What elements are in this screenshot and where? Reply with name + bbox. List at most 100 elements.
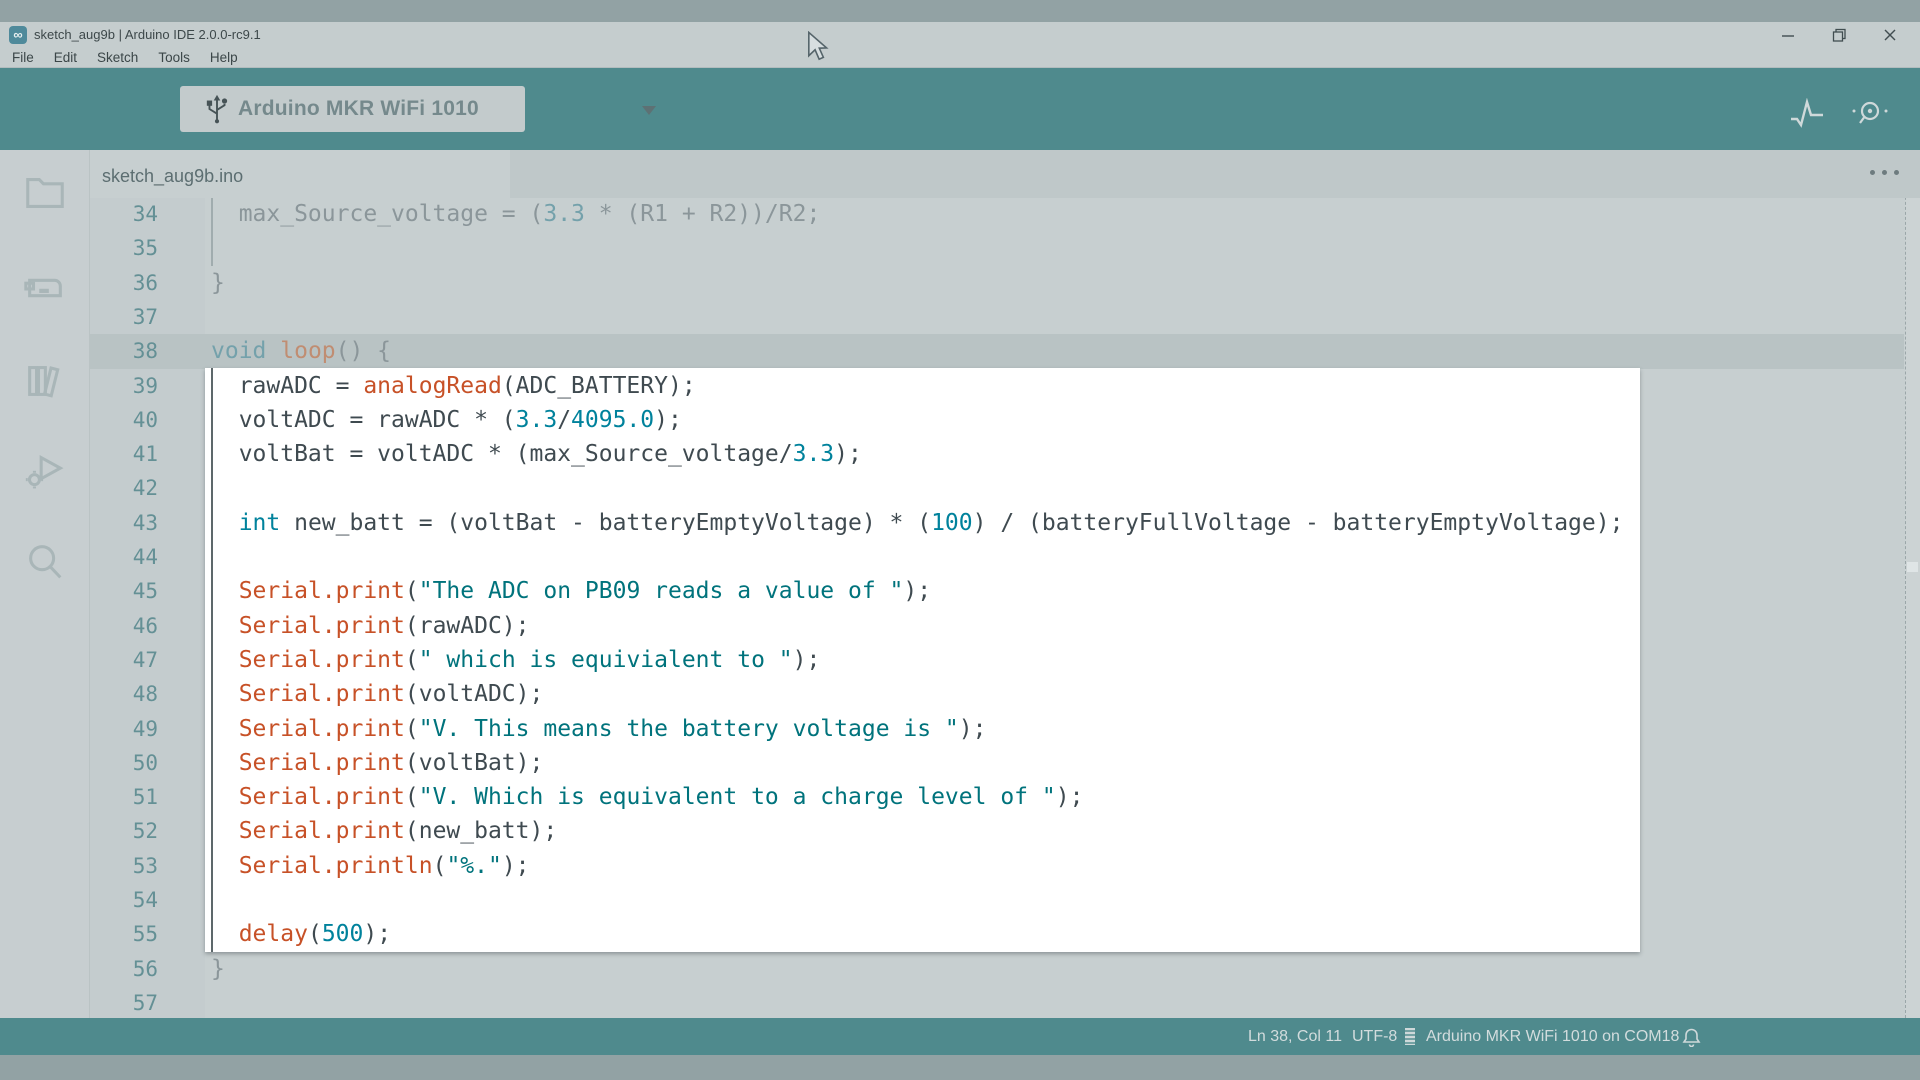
line-number: 44 <box>90 540 158 575</box>
editor-scrollbar[interactable] <box>1905 152 1920 1018</box>
code-line-text: Serial.print(voltADC); <box>211 677 543 712</box>
line-number: 41 <box>90 437 158 472</box>
titlebar: ∞ sketch_aug9b | Arduino IDE 2.0.0-rc9.1 <box>0 22 1920 48</box>
code-line[interactable]: 45 Serial.print("The ADC on PB09 reads a… <box>90 574 1904 609</box>
magnifier-monitor-icon <box>1850 98 1890 130</box>
code-line-text: int new_batt = (voltBat - batteryEmptyVo… <box>211 506 1623 541</box>
sidebar-item-sketchbook[interactable] <box>22 170 68 216</box>
cursor-position[interactable]: Ln 38, Col 11 <box>1248 1018 1342 1055</box>
line-number: 37 <box>90 300 158 335</box>
close-icon[interactable] <box>1867 22 1913 48</box>
desktop-strip-top <box>0 0 1920 22</box>
code-line[interactable]: 34 max_Source_voltage = (3.3 * (R1 + R2)… <box>90 197 1904 232</box>
line-number: 42 <box>90 471 158 506</box>
encoding[interactable]: UTF-8 <box>1352 1018 1397 1055</box>
code-line[interactable]: 49 Serial.print("V. This means the batte… <box>90 712 1904 747</box>
menu-sketch[interactable]: Sketch <box>91 48 144 68</box>
code-line-text: voltADC = rawADC * (3.3/4095.0); <box>211 403 682 438</box>
toolbar: Arduino MKR WiFi 1010 <box>0 68 1920 150</box>
code-line[interactable]: 37 <box>90 300 1904 335</box>
code-line[interactable]: 55 delay(500); <box>90 917 1904 952</box>
usb-icon <box>202 93 232 125</box>
code-line[interactable]: 35 <box>90 231 1904 266</box>
line-number: 45 <box>90 574 158 609</box>
code-line[interactable]: 36} <box>90 266 1904 301</box>
code-line-text: voltBat = voltADC * (max_Source_voltage/… <box>211 437 862 472</box>
serial-monitor-button[interactable] <box>1850 98 1886 130</box>
serial-plotter-button[interactable] <box>1789 98 1825 130</box>
code-line-text: Serial.print(rawADC); <box>211 609 530 644</box>
waveform-icon <box>1789 98 1825 130</box>
editor-options-icon[interactable] <box>1870 170 1910 180</box>
line-number: 35 <box>90 231 158 266</box>
restore-button[interactable] <box>1816 22 1862 48</box>
line-number: 49 <box>90 712 158 747</box>
code-line-text: } <box>211 952 225 987</box>
line-number: 57 <box>90 986 158 1021</box>
sidebar-item-boards-manager[interactable] <box>22 265 68 311</box>
menu-file[interactable]: File <box>6 48 40 68</box>
sidebar-item-debug[interactable] <box>22 448 68 494</box>
line-number: 38 <box>90 334 158 369</box>
mouse-pointer-icon <box>806 31 832 68</box>
code-line[interactable]: 40 voltADC = rawADC * (3.3/4095.0); <box>90 403 1904 438</box>
code-line[interactable]: 52 Serial.print(new_batt); <box>90 814 1904 849</box>
menu-help[interactable]: Help <box>204 48 244 68</box>
code-line[interactable]: 38 void loop() { <box>90 334 1904 369</box>
code-line[interactable]: 39 rawADC = analogRead(ADC_BATTERY); <box>90 369 1904 404</box>
line-number: 55 <box>90 917 158 952</box>
line-number: 48 <box>90 677 158 712</box>
code-line-text: delay(500); <box>211 917 391 952</box>
board-connection-status[interactable]: Arduino MKR WiFi 1010 on COM18 <box>1426 1018 1679 1055</box>
code-line-text: rawADC = analogRead(ADC_BATTERY); <box>211 369 696 404</box>
books-icon <box>22 358 68 404</box>
code-line[interactable]: 42 <box>90 471 1904 506</box>
code-line-text: Serial.print("V. This means the battery … <box>211 712 986 747</box>
line-number: 46 <box>90 609 158 644</box>
scrollbar-thumb[interactable] <box>1907 562 1918 572</box>
code-line-text: Serial.print(" which is equivialent to "… <box>211 643 820 678</box>
code-line[interactable]: 46 Serial.print(rawADC); <box>90 609 1904 644</box>
code-line[interactable]: 56} <box>90 952 1904 987</box>
folder-icon <box>22 170 68 216</box>
menu-tools[interactable]: Tools <box>152 48 196 68</box>
activity-sidebar <box>0 150 90 1018</box>
code-line[interactable]: 48 Serial.print(voltADC); <box>90 677 1904 712</box>
line-number: 40 <box>90 403 158 438</box>
code-line[interactable]: 51 Serial.print("V. Which is equivalent … <box>90 780 1904 815</box>
code-line-text: Serial.print(new_batt); <box>211 814 557 849</box>
menubar: File Edit Sketch Tools Help <box>0 48 1920 68</box>
line-number: 56 <box>90 952 158 987</box>
code-line-text: max_Source_voltage = (3.3 * (R1 + R2))/R… <box>211 197 820 232</box>
menu-edit[interactable]: Edit <box>48 48 83 68</box>
line-number: 54 <box>90 883 158 918</box>
line-number: 34 <box>90 197 158 232</box>
minimize-button[interactable] <box>1765 22 1811 48</box>
notifications-bell-icon[interactable] <box>1682 1027 1702 1047</box>
arduino-logo-icon: ∞ <box>9 26 27 44</box>
code-line[interactable]: 54 <box>90 883 1904 918</box>
code-line[interactable]: 57 <box>90 986 1904 1021</box>
code-line-text: Serial.print(voltBat); <box>211 746 543 781</box>
code-line[interactable]: 53 Serial.println("%."); <box>90 849 1904 884</box>
statusbar: Ln 38, Col 11 UTF-8 Arduino MKR WiFi 101… <box>0 1018 1920 1055</box>
code-line-text: Serial.print("V. Which is equivalent to … <box>211 780 1083 815</box>
line-number: 43 <box>90 506 158 541</box>
screen: ∞ sketch_aug9b | Arduino IDE 2.0.0-rc9.1… <box>0 0 1920 1080</box>
code-line[interactable]: 47 Serial.print(" which is equivialent t… <box>90 643 1904 678</box>
code-line-text: void loop() { <box>211 334 391 369</box>
code-line[interactable]: 41 voltBat = voltADC * (max_Source_volta… <box>90 437 1904 472</box>
tab-sketch-aug9b[interactable]: sketch_aug9b.ino <box>90 150 510 198</box>
board-selector-dropdown[interactable]: Arduino MKR WiFi 1010 <box>180 86 525 132</box>
line-number: 52 <box>90 814 158 849</box>
chevron-down-icon <box>642 106 656 115</box>
code-line[interactable]: 43 int new_batt = (voltBat - batteryEmpt… <box>90 506 1904 541</box>
sidebar-item-search[interactable] <box>22 540 68 586</box>
line-number: 39 <box>90 369 158 404</box>
debug-icon <box>22 448 68 494</box>
line-number: 51 <box>90 780 158 815</box>
code-line[interactable]: 44 <box>90 540 1904 575</box>
sidebar-item-library-manager[interactable] <box>22 358 68 404</box>
code-line[interactable]: 50 Serial.print(voltBat); <box>90 746 1904 781</box>
tab-label: sketch_aug9b.ino <box>102 150 243 198</box>
